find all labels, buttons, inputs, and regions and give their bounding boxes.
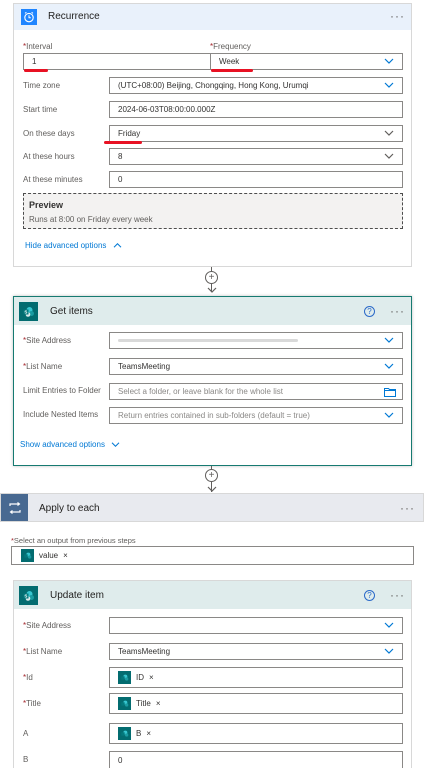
list-name-label: *List Name — [23, 362, 63, 371]
recurrence-header[interactable]: Recurrence ··· — [14, 4, 411, 30]
at-these-minutes-input[interactable]: 0 — [109, 171, 403, 188]
hide-advanced-options-link[interactable]: Hide advanced options — [25, 241, 122, 250]
preview-title: Preview — [29, 200, 64, 210]
blurred-site-url — [118, 339, 298, 342]
id-label: *Id — [23, 673, 33, 682]
annotation-underline — [104, 141, 142, 144]
svg-text:S: S — [24, 593, 27, 598]
arrow-down-icon — [207, 287, 217, 293]
select-output-label: *Select an output from previous steps — [11, 536, 136, 545]
sharepoint-icon — [21, 549, 34, 562]
frequency-label: *Frequency — [210, 42, 251, 51]
sharepoint-icon: S — [19, 586, 38, 605]
at-these-hours-dropdown[interactable]: 8 — [109, 148, 403, 165]
limit-entries-label: Limit Entries to Folder — [23, 386, 101, 395]
chevron-down-icon — [384, 58, 394, 64]
help-icon[interactable]: ? — [364, 306, 375, 317]
a-label: A — [23, 729, 29, 738]
interval-input[interactable]: 1 — [23, 53, 213, 70]
recurrence-menu-button[interactable]: ··· — [390, 10, 405, 22]
apply-to-each-header[interactable]: Apply to each ··· — [0, 493, 424, 522]
value-token[interactable]: value × — [21, 549, 72, 562]
remove-token-icon[interactable]: × — [146, 729, 151, 738]
get-items-card: S Get items ? ··· *Site Address *List Na… — [13, 296, 412, 466]
update-item-menu-button[interactable]: ··· — [390, 589, 405, 601]
site-address-dropdown[interactable] — [109, 332, 403, 349]
list-name-dropdown[interactable]: TeamsMeeting — [109, 358, 403, 375]
b-input[interactable]: 0 — [109, 751, 403, 768]
site-address-label: *Site Address — [23, 336, 72, 345]
chevron-down-icon — [384, 363, 394, 369]
annotation-underline — [24, 69, 48, 72]
chevron-down-icon — [384, 82, 394, 88]
update-item-card: S Update item ? ··· *Site Address *List … — [13, 580, 412, 768]
chevron-down-icon — [384, 412, 394, 418]
interval-label: *Interval — [23, 42, 53, 51]
remove-token-icon[interactable]: × — [149, 673, 154, 682]
annotation-underline — [211, 69, 253, 72]
list-name-label: *List Name — [23, 647, 63, 656]
loop-icon — [1, 494, 28, 521]
site-address-label: *Site Address — [23, 621, 72, 630]
chevron-down-icon — [384, 648, 394, 654]
preview-text: Runs at 8:00 on Friday every week — [29, 215, 153, 224]
recurrence-card: Recurrence ··· *Interval 1 *Frequency We… — [13, 3, 412, 267]
chevron-down-icon — [111, 442, 120, 448]
start-time-label: Start time — [23, 105, 58, 114]
apply-to-each-title: Apply to each — [39, 503, 100, 514]
include-nested-label: Include Nested Items — [23, 410, 99, 419]
show-advanced-options-link[interactable]: Show advanced options — [20, 440, 120, 449]
recurrence-title: Recurrence — [48, 11, 100, 22]
sharepoint-icon — [118, 727, 131, 740]
title-label: *Title — [23, 699, 41, 708]
remove-token-icon[interactable]: × — [63, 551, 68, 560]
at-these-minutes-label: At these minutes — [23, 175, 83, 184]
alarm-clock-icon — [21, 9, 37, 25]
include-nested-dropdown[interactable]: Return entries contained in sub-folders … — [109, 407, 403, 424]
title-input[interactable]: Title × — [109, 693, 403, 714]
site-address-dropdown[interactable] — [109, 617, 403, 634]
update-item-header[interactable]: S Update item ? ··· — [14, 581, 411, 609]
list-name-dropdown[interactable]: TeamsMeeting — [109, 643, 403, 660]
a-input[interactable]: B × — [109, 723, 403, 744]
id-token[interactable]: ID × — [118, 671, 158, 684]
arrow-down-icon — [207, 486, 217, 492]
chevron-up-icon — [113, 243, 121, 249]
chevron-down-icon — [384, 337, 394, 343]
chevron-down-icon — [384, 153, 394, 159]
title-token[interactable]: Title × — [118, 697, 165, 710]
folder-icon[interactable] — [384, 387, 396, 397]
on-these-days-dropdown[interactable]: Friday — [109, 125, 403, 142]
add-step-button[interactable]: + — [205, 271, 218, 284]
b-label: B — [23, 755, 29, 764]
svg-text:S: S — [24, 309, 27, 314]
get-items-title: Get items — [50, 306, 93, 317]
b-token[interactable]: B × — [118, 727, 156, 740]
preview-box: Preview Runs at 8:00 on Friday every wee… — [23, 193, 403, 229]
get-items-menu-button[interactable]: ··· — [390, 305, 405, 317]
limit-entries-input[interactable]: Select a folder, or leave blank for the … — [109, 383, 403, 400]
get-items-header[interactable]: S Get items ? ··· — [14, 297, 411, 325]
add-step-button[interactable]: + — [205, 469, 218, 482]
apply-to-each-menu-button[interactable]: ··· — [400, 502, 415, 514]
remove-token-icon[interactable]: × — [156, 699, 161, 708]
sharepoint-icon — [118, 671, 131, 684]
help-icon[interactable]: ? — [364, 590, 375, 601]
sharepoint-icon — [118, 697, 131, 710]
chevron-down-icon — [384, 622, 394, 628]
chevron-down-icon — [384, 130, 394, 136]
select-output-input[interactable]: value × — [11, 546, 414, 565]
on-these-days-label: On these days — [23, 129, 75, 138]
update-item-title: Update item — [50, 590, 104, 601]
start-time-input[interactable]: 2024-06-03T08:00:00.000Z — [109, 101, 403, 118]
frequency-dropdown[interactable]: Week — [210, 53, 403, 70]
at-these-hours-label: At these hours — [23, 152, 75, 161]
id-input[interactable]: ID × — [109, 667, 403, 688]
time-zone-dropdown[interactable]: (UTC+08:00) Beijing, Chongqing, Hong Kon… — [109, 77, 403, 94]
sharepoint-icon: S — [19, 302, 38, 321]
time-zone-label: Time zone — [23, 81, 61, 90]
